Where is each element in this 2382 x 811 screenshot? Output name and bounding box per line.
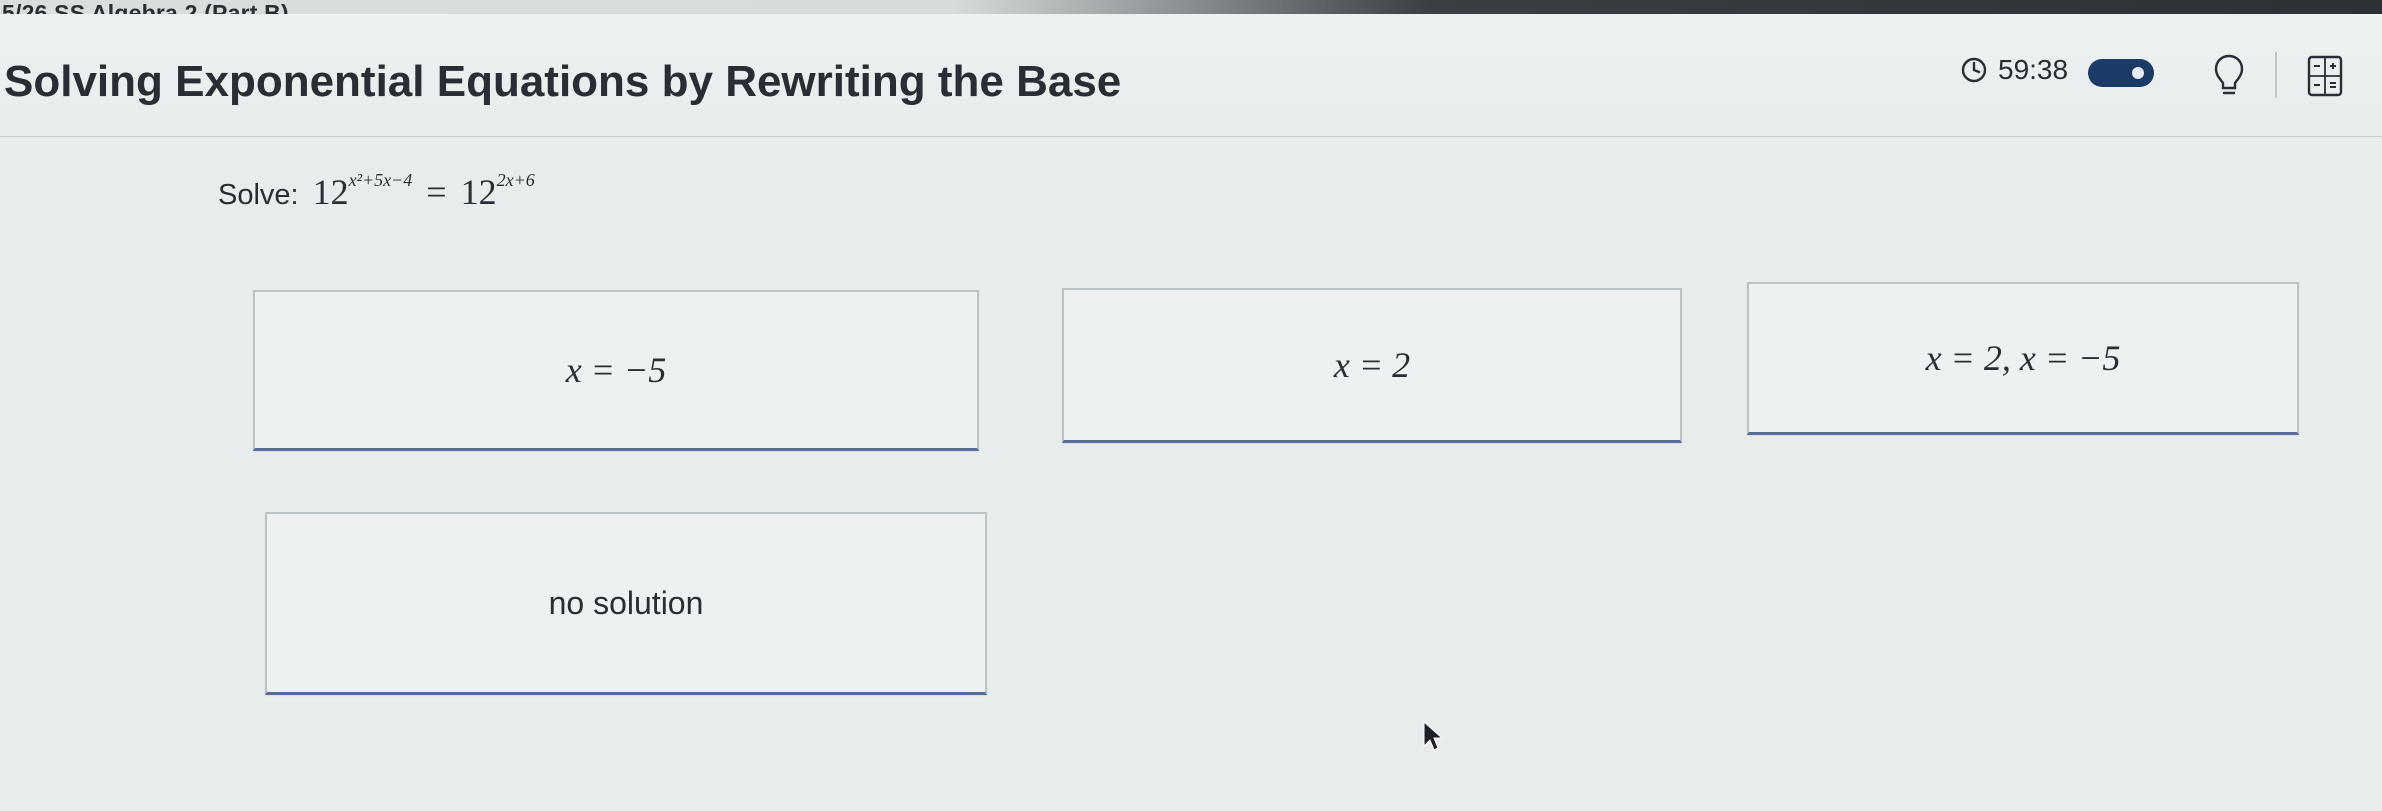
- hint-icon[interactable]: [2212, 52, 2246, 98]
- mouse-cursor-icon: [1423, 720, 1444, 751]
- timer-text: 59:38: [1998, 54, 2069, 85]
- question-prompt: Solve: 12x²+5x−4 = 122x+6: [218, 170, 535, 213]
- answer-option-2[interactable]: x = 2: [1062, 288, 1682, 443]
- calculator-icon[interactable]: [2306, 54, 2344, 98]
- page-title: Solving Exponential Equations by Rewriti…: [4, 57, 1122, 106]
- equals-sign: =: [426, 172, 447, 212]
- rhs-base: 12: [460, 172, 497, 212]
- timer: 59:38: [1960, 54, 2068, 86]
- answer-option-label: x = −5: [565, 350, 667, 390]
- answer-option-label: no solution: [548, 584, 704, 621]
- answer-option-4[interactable]: no solution: [265, 512, 987, 695]
- equation: 12x²+5x−4 = 122x+6: [313, 170, 535, 213]
- toolbar-divider: [2275, 52, 2277, 98]
- answer-option-label: x = 2, x = −5: [1925, 338, 2121, 378]
- clock-icon: [1961, 57, 1987, 83]
- lhs-exponent: x²+5x−4: [348, 170, 413, 190]
- answer-option-1[interactable]: x = −5: [253, 290, 979, 451]
- rhs-exponent: 2x+6: [496, 170, 535, 190]
- toggle-switch[interactable]: [2088, 59, 2154, 87]
- solve-label: Solve:: [218, 179, 299, 211]
- lhs-base: 12: [312, 172, 349, 212]
- top-strip: [0, 0, 2382, 14]
- answer-option-3[interactable]: x = 2, x = −5: [1747, 282, 2299, 435]
- answer-option-label: x = 2: [1333, 345, 1411, 385]
